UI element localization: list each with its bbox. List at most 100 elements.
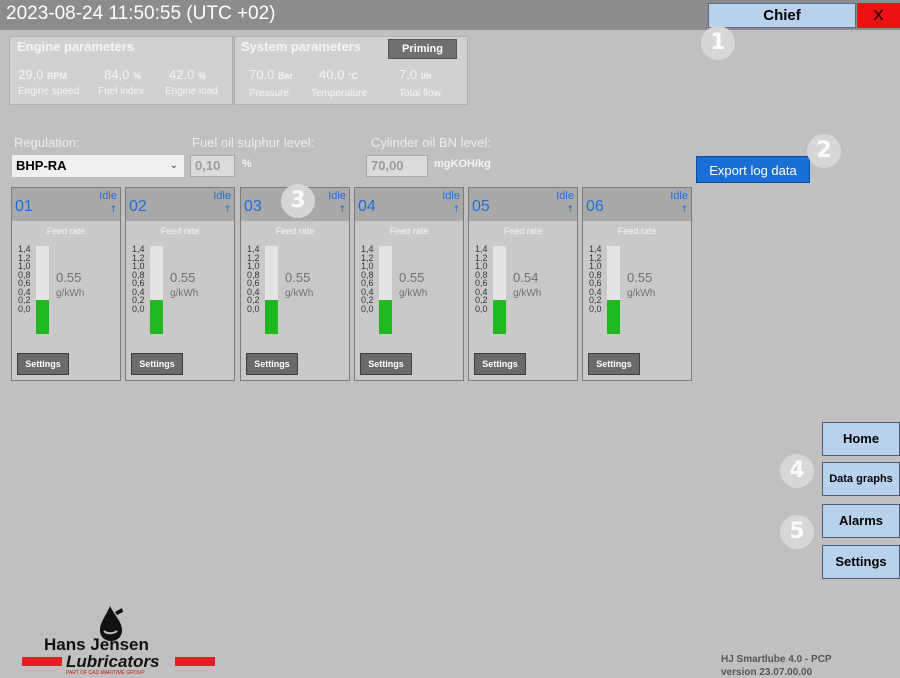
settings-nav-button[interactable]: Settings: [822, 545, 900, 579]
feed-rate-bar-fill: [265, 300, 278, 334]
feed-rate-scale: 1,4 1,2 1,0 0,8 0,6 0,4 0,2 0,0: [475, 245, 493, 313]
feed-rate-value: 0.55: [170, 270, 196, 285]
feed-rate-label: Feed rate: [46, 226, 86, 236]
cylinder-card-05[interactable]: 05 Idle ↑ Feed rate 1,4 1,2 1,0 0,8 0,6 0,4 0,…: [468, 187, 578, 381]
cylinder-state: Idle: [556, 190, 574, 202]
feed-rate-value: 0.55: [399, 270, 425, 285]
system-parameters-title: System parameters: [241, 39, 361, 54]
priming-button[interactable]: Priming: [388, 39, 457, 59]
cylinder-number: 01: [15, 198, 33, 215]
feed-rate-bar-fill: [150, 300, 163, 334]
feed-rate-bar-fill: [36, 300, 49, 334]
arrow-up-icon: ↑: [223, 205, 231, 215]
feed-rate-value: 0.54: [513, 270, 539, 285]
engine-load-value: 42,0 %: [169, 67, 206, 82]
feed-rate-scale: 1,4 1,2 1,0 0,8 0,6 0,4 0,2 0,0: [589, 245, 607, 313]
feed-rate-bar: [607, 246, 620, 334]
fuel-index-value: 84,0 %: [104, 67, 141, 82]
callout-marker: 3: [281, 184, 315, 218]
cylinder-number: 05: [472, 198, 490, 215]
alarms-button[interactable]: Alarms: [822, 504, 900, 538]
cylinder-number: 02: [129, 198, 147, 215]
feed-rate-value: 0.55: [627, 270, 653, 285]
total-flow-label: Total flow: [399, 88, 441, 99]
feed-rate-bar: [265, 246, 278, 334]
feed-rate-unit: g/kWh: [399, 288, 428, 299]
engine-speed-value: 29,0 RPM: [18, 67, 67, 82]
feed-rate-label: Feed rate: [503, 226, 543, 236]
callout-marker: 2: [807, 134, 841, 168]
feed-rate-scale: 1,4 1,2 1,0 0,8 0,6 0,4 0,2 0,0: [18, 245, 36, 313]
feed-rate-unit: g/kWh: [285, 288, 314, 299]
cylinder-state: Idle: [442, 190, 460, 202]
logo-subtitle: Lubricators: [66, 652, 160, 671]
callout-marker: 1: [701, 26, 735, 60]
product-name: HJ Smartlube 4.0 - PCP: [721, 654, 832, 665]
data-graphs-button[interactable]: Data graphs: [822, 462, 900, 496]
scale-tick: 0,0: [132, 303, 145, 314]
cylinder-state: Idle: [670, 190, 688, 202]
cylinder-number: 06: [586, 198, 604, 215]
feed-rate-label: Feed rate: [617, 226, 657, 236]
scale-tick: 0,0: [475, 303, 488, 314]
version-text: version 23.07.00.00: [721, 667, 813, 678]
cylinder-card-01[interactable]: 01 Idle ↑ Feed rate 1,4 1,2 1,0 0,8 0,6 0,4 0,…: [11, 187, 121, 381]
user-button[interactable]: Chief: [708, 3, 856, 28]
regulation-select[interactable]: BHP-RA ⌄: [12, 155, 184, 177]
feed-rate-scale: 1,4 1,2 1,0 0,8 0,6 0,4 0,2 0,0: [361, 245, 379, 313]
sulphur-unit: %: [242, 158, 252, 170]
feed-rate-bar: [379, 246, 392, 334]
temperature-label: Temperature: [311, 88, 368, 99]
cylinder-settings-button[interactable]: Settings: [17, 353, 69, 375]
cylinder-number: 03: [244, 198, 262, 215]
close-button[interactable]: X: [857, 3, 900, 28]
cylinder-state: Idle: [213, 190, 231, 202]
cylinder-state: Idle: [99, 190, 117, 202]
feed-rate-bar: [493, 246, 506, 334]
export-log-data-button[interactable]: Export log data: [696, 156, 810, 183]
feed-rate-label: Feed rate: [275, 226, 315, 236]
feed-rate-unit: g/kWh: [513, 288, 542, 299]
fuel-index-label: Fuel index: [98, 86, 145, 97]
cylinder-card-02[interactable]: 02 Idle ↑ Feed rate 1,4 1,2 1,0 0,8 0,6 0,4 0,…: [125, 187, 235, 381]
cylinder-settings-button[interactable]: Settings: [246, 353, 298, 375]
logo-red-bar-left: [22, 657, 62, 666]
callout-marker: 5: [780, 515, 814, 549]
cylinder-settings-button[interactable]: Settings: [131, 353, 183, 375]
scale-tick: 0,0: [361, 303, 374, 314]
bn-field[interactable]: 70,00: [366, 155, 428, 177]
feed-rate-value: 0.55: [56, 270, 82, 285]
feed-rate-unit: g/kWh: [170, 288, 199, 299]
cylinder-card-04[interactable]: 04 Idle ↑ Feed rate 1,4 1,2 1,0 0,8 0,6 0,4 0,…: [354, 187, 464, 381]
cylinder-number: 04: [358, 198, 376, 215]
chevron-down-icon: ⌄: [169, 160, 178, 171]
pressure-value: 70,0 Bar: [249, 67, 293, 82]
regulation-label: Regulation:: [14, 135, 80, 150]
engine-speed-label: Engine speed: [18, 86, 80, 97]
logo-red-bar-right: [175, 657, 215, 666]
feed-rate-value: 0.55: [285, 270, 311, 285]
arrow-up-icon: ↑: [109, 205, 117, 215]
bn-label: Cylinder oil BN level:: [371, 135, 491, 150]
cylinder-settings-button[interactable]: Settings: [588, 353, 640, 375]
cylinder-card-06[interactable]: 06 Idle ↑ Feed rate 1,4 1,2 1,0 0,8 0,6 0,4 0,…: [582, 187, 692, 381]
arrow-up-icon: ↑: [338, 205, 346, 215]
engine-parameters-title: Engine parameters: [17, 39, 135, 54]
logo-tagline: PART OF CAD MARITIME GROUP: [66, 670, 145, 676]
cylinder-settings-button[interactable]: Settings: [360, 353, 412, 375]
feed-rate-label: Feed rate: [160, 226, 200, 236]
feed-rate-bar: [36, 246, 49, 334]
sulphur-label: Fuel oil sulphur level:: [192, 135, 315, 150]
feed-rate-bar: [150, 246, 163, 334]
feed-rate-bar-fill: [607, 300, 620, 334]
feed-rate-scale: 1,4 1,2 1,0 0,8 0,6 0,4 0,2 0,0: [247, 245, 265, 313]
feed-rate-bar-fill: [493, 300, 506, 334]
callout-marker: 4: [780, 454, 814, 488]
cylinder-settings-button[interactable]: Settings: [474, 353, 526, 375]
sulphur-field[interactable]: 0,10: [190, 155, 235, 177]
arrow-up-icon: ↑: [680, 205, 688, 215]
feed-rate-unit: g/kWh: [627, 288, 656, 299]
engine-parameters-panel: Engine parameters 29,0 RPM Engine speed …: [9, 36, 233, 105]
total-flow-value: 7,0 l/h: [399, 67, 432, 82]
home-button[interactable]: Home: [822, 422, 900, 456]
